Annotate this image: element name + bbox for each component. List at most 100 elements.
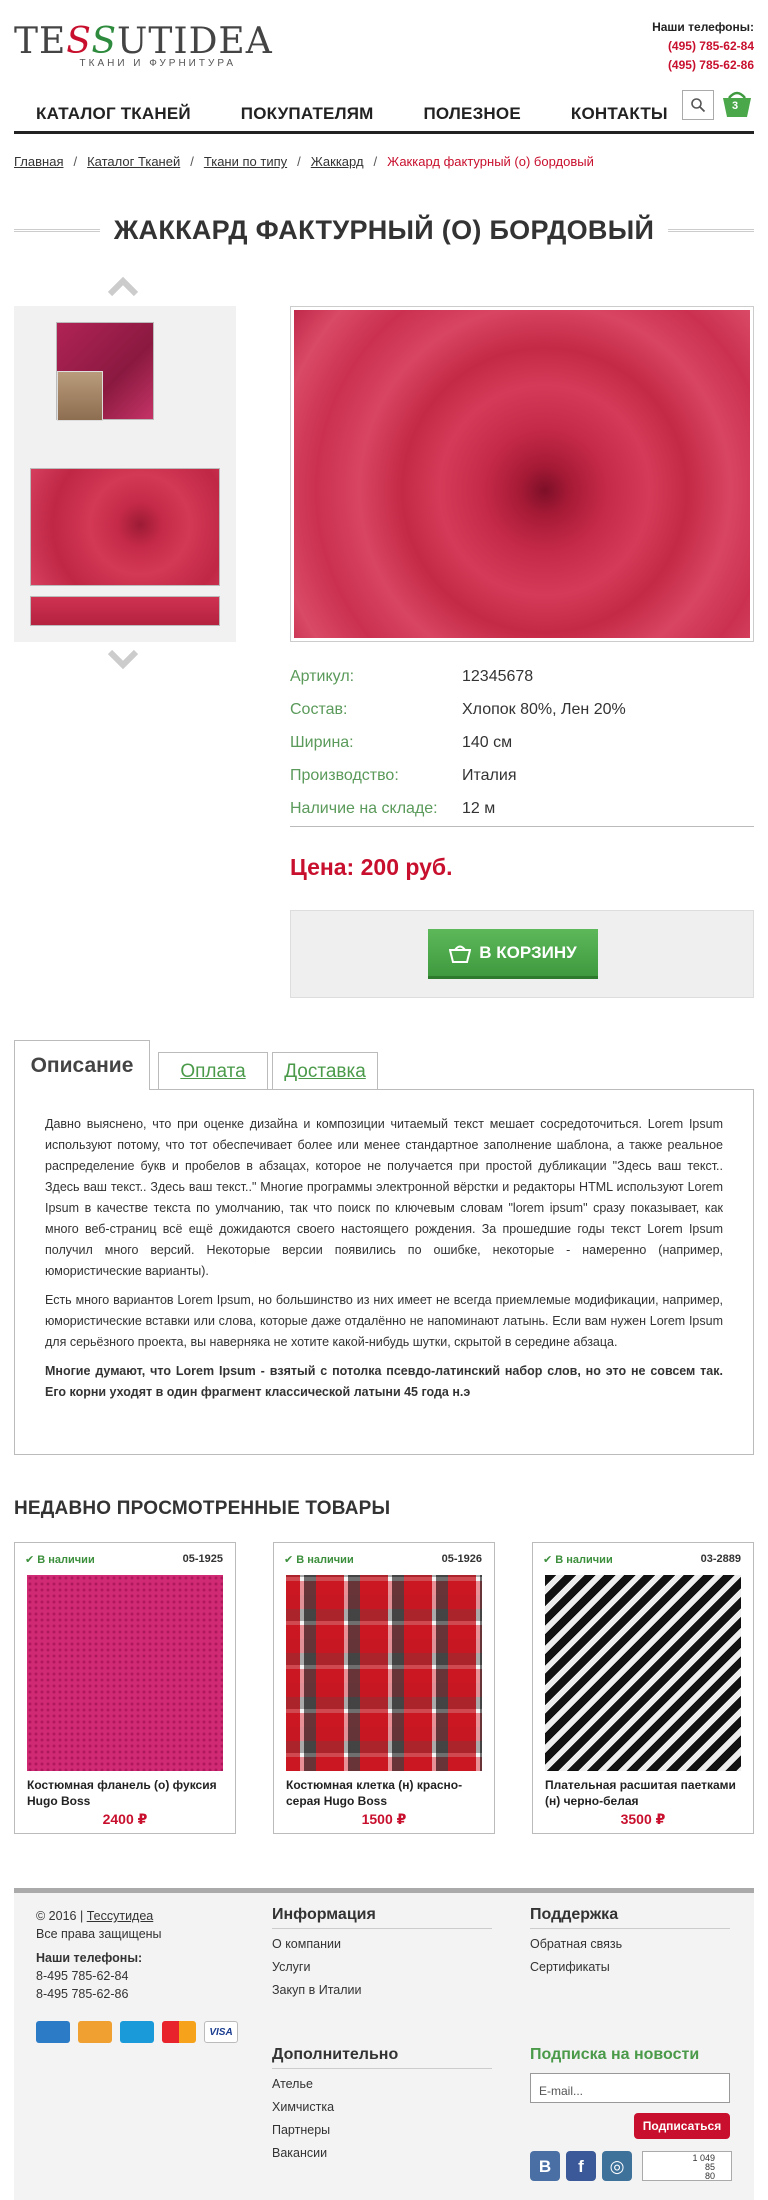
thumbnail-gallery [14,306,236,642]
page-title-block: ЖАККАРД ФАКТУРНЫЙ (О) БОРДОВЫЙ [14,212,754,248]
breadcrumb-catalog[interactable]: Каталог Тканей [87,154,180,169]
footer-extra-column: Дополнительно Ателье Химчистка Партнеры … [272,2043,492,2165]
footer: © 2016 | Тессутидеа Все права защищены Н… [14,1888,754,2200]
visa-icon: VISA [204,2021,238,2043]
chevron-down-icon[interactable] [108,650,138,670]
search-icon [691,98,706,113]
product-code: 05-1925 [182,1553,223,1565]
add-to-cart-label: В КОРЗИНУ [479,942,577,962]
chevron-up-icon[interactable] [108,276,138,296]
buy-box: В КОРЗИНУ [290,910,754,998]
subscribe-button[interactable]: Подписаться [634,2113,730,2139]
phone-2[interactable]: (495) 785-62-86 [652,56,754,75]
footer-info-title: Информация [272,1903,492,1929]
instagram-icon[interactable]: ◎ [602,2151,632,2181]
product-image[interactable] [545,1575,741,1771]
menu-item-useful[interactable]: ПОЛЕЗНОЕ [424,104,521,124]
coat-image [57,371,103,421]
product-name[interactable]: Костюмная клетка (н) красно-серая Hugo B… [286,1777,486,1809]
footer-link-drycleaning[interactable]: Химчистка [272,2096,492,2119]
title-divider-left [14,228,100,232]
product-card[interactable]: ✔ В наличии 03-2889 Плательная расшитая … [532,1542,754,1834]
footer-link-services[interactable]: Услуги [272,1956,492,1979]
title-divider-right [668,228,754,232]
breadcrumb-jacquard[interactable]: Жаккард [311,154,364,169]
menu-item-contacts[interactable]: КОНТАКТЫ [571,104,668,124]
basket-icon [449,945,472,963]
spec-row: Производство: Италия [290,766,517,784]
logo-text: TESSUTIDEA [14,21,273,62]
footer-link-feedback[interactable]: Обратная связь [530,1933,730,1956]
payment-methods: VISA [36,2021,238,2043]
product-card[interactable]: ✔ В наличии 05-1926 Костюмная клетка (н)… [273,1542,495,1834]
webmoney-icon [36,2021,70,2043]
brand-link[interactable]: Тессутидеа [87,1909,154,1923]
recently-viewed-title: НЕДАВНО ПРОСМОТРЕННЫЕ ТОВАРЫ [14,1498,391,1519]
footer-link-vacancies[interactable]: Вакансии [272,2142,492,2165]
page-title: ЖАККАРД ФАКТУРНЫЙ (О) БОРДОВЫЙ [113,214,655,245]
product-name[interactable]: Костюмная фланель (о) фуксия Hugo Boss [27,1777,227,1809]
footer-link-certificates[interactable]: Сертификаты [530,1956,730,1979]
description-paragraph-bold: Многие думают, что Lorem Ipsum - взятый … [45,1364,723,1399]
footer-phone-1[interactable]: 8-495 785-62-84 [36,1967,162,1985]
product-card-price: 3500 ₽ [620,1811,666,1827]
footer-extra-title: Дополнительно [272,2043,492,2069]
footer-company: © 2016 | Тессутидеа Все права защищены Н… [36,1907,162,2003]
subscribe-block: Подписка на новости E-mail... Подписатьс… [530,2043,740,2193]
tab-delivery[interactable]: Доставка [272,1052,378,1090]
footer-phone-2[interactable]: 8-495 785-62-86 [36,1985,162,2003]
footer-link-about[interactable]: О компании [272,1933,492,1956]
in-stock-badge: ✔ В наличии [284,1554,354,1566]
tab-description[interactable]: Описание [14,1040,150,1090]
search-button[interactable] [682,90,714,120]
spec-row: Наличие на складе: 12 м [290,799,496,817]
qiwi-icon [120,2021,154,2043]
footer-info-column: Информация О компании Услуги Закуп в Ита… [272,1903,492,2002]
in-stock-badge: ✔ В наличии [25,1554,95,1566]
product-image[interactable] [27,1575,223,1771]
header-phones: Наши телефоны: (495) 785-62-84 (495) 785… [652,18,754,75]
product-code: 03-2889 [700,1553,741,1565]
product-price: Цена: 200 руб. [290,854,453,880]
menu-item-catalog[interactable]: КАТАЛОГ ТКАНЕЙ [36,104,191,124]
spec-row: Ширина: 140 см [290,733,513,751]
cart-button[interactable]: 3 [720,86,754,120]
in-stock-badge: ✔ В наличии [543,1554,613,1566]
cart-count: 3 [732,100,739,112]
facebook-icon[interactable]: f [566,2151,596,2181]
product-code: 05-1926 [441,1553,482,1565]
product-main-image[interactable] [290,306,754,642]
footer-link-italy[interactable]: Закуп в Италии [272,1979,492,2002]
tab-panel-description: Давно выяснено, что при оценке дизайна и… [14,1089,754,1455]
product-name[interactable]: Плательная расшитая паетками (н) черно-б… [545,1777,745,1809]
thumbnail-3[interactable] [30,596,220,626]
visit-counter: 1 049 85 80 [642,2151,732,2181]
product-specs: Артикул: 12345678 Состав: Хлопок 80%, Лен … [290,660,754,825]
yandex-money-icon [78,2021,112,2043]
menu-item-customers[interactable]: ПОКУПАТЕЛЯМ [241,104,374,124]
copyright: © 2016 | [36,1909,84,1923]
specs-divider [290,826,754,827]
breadcrumb-by-type[interactable]: Ткани по типу [204,154,287,169]
logo[interactable]: TESSUTIDEA ТКАНИ И ФУРНИТУРА [14,21,273,78]
fabric-image [294,310,750,638]
footer-support-title: Поддержка [530,1903,730,1929]
main-menu: КАТАЛОГ ТКАНЕЙ ПОКУПАТЕЛЯМ ПОЛЕЗНОЕ КОНТ… [14,96,754,134]
product-image[interactable] [286,1575,482,1771]
description-paragraph: Есть много вариантов Lorem Ipsum, но бол… [45,1293,723,1349]
thumbnail-2[interactable] [30,468,220,586]
breadcrumb: Главная / Каталог Тканей / Ткани по типу… [14,154,594,169]
breadcrumb-home[interactable]: Главная [14,154,63,169]
add-to-cart-button[interactable]: В КОРЗИНУ [428,929,598,979]
thumbnail-1[interactable] [56,322,154,421]
product-card-price: 1500 ₽ [361,1811,407,1827]
footer-link-atelier[interactable]: Ателье [272,2073,492,2096]
spec-row: Состав: Хлопок 80%, Лен 20% [290,700,626,718]
footer-phones-label: Наши телефоны: [36,1951,143,1965]
phone-1[interactable]: (495) 785-62-84 [652,37,754,56]
vk-icon[interactable]: B [530,2151,560,2181]
product-card[interactable]: ✔ В наличии 05-1925 Костюмная фланель (о… [14,1542,236,1834]
footer-link-partners[interactable]: Партнеры [272,2119,492,2142]
email-field[interactable]: E-mail... [530,2073,730,2103]
tab-payment[interactable]: Оплата [158,1052,268,1090]
